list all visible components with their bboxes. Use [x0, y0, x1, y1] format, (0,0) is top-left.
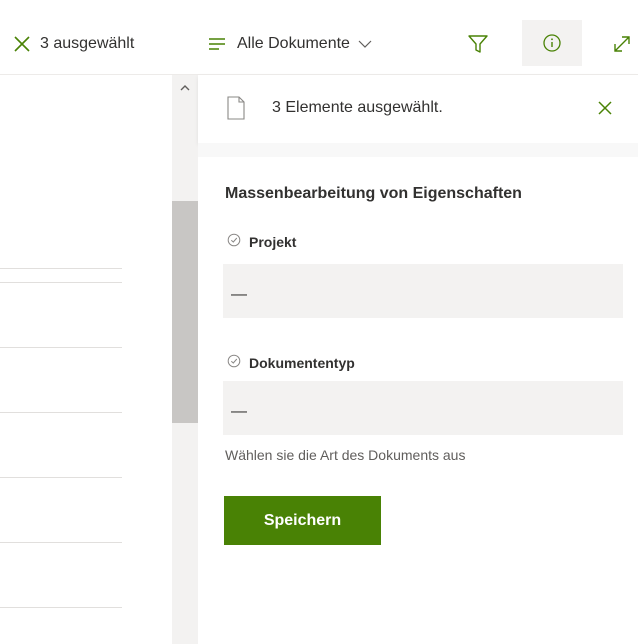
dokumententyp-field[interactable]: —	[223, 381, 623, 435]
checkmark-circle-icon	[227, 354, 241, 371]
field-label-projekt: Projekt	[227, 233, 296, 250]
panel-header: 3 Elemente ausgewählt.	[198, 75, 638, 143]
details-panel: 3 Elemente ausgewählt. Massenbearbeitung…	[198, 75, 638, 644]
save-button[interactable]: Speichern	[224, 496, 381, 545]
view-selector-label: Alle Dokumente	[237, 35, 350, 52]
chevron-up-icon	[180, 79, 190, 97]
checkmark-circle-icon	[227, 233, 241, 250]
document-icon	[226, 96, 246, 125]
scroll-up-button[interactable]	[172, 79, 198, 97]
dokumententyp-help-text: Wählen sie die Art des Dokuments aus	[225, 447, 466, 463]
dokumententyp-field-value: —	[231, 403, 247, 420]
list-row-divider	[0, 412, 122, 413]
document-list	[0, 75, 172, 644]
expand-icon	[611, 33, 633, 55]
list-row-divider	[0, 607, 122, 608]
chevron-down-icon	[358, 37, 372, 51]
filter-button[interactable]	[462, 28, 494, 60]
projekt-field-value: —	[231, 286, 247, 303]
info-pane-button[interactable]	[522, 20, 582, 66]
scroll-thumb[interactable]	[172, 201, 198, 423]
panel-title: 3 Elemente ausgewählt.	[272, 99, 443, 116]
command-bar: 3 ausgewählt Alle Dokumente	[0, 0, 638, 74]
expand-button[interactable]	[606, 28, 638, 60]
list-row-divider	[0, 268, 122, 269]
filter-icon	[467, 33, 489, 55]
scrollbar[interactable]	[172, 75, 198, 644]
bulk-edit-heading: Massenbearbeitung von Eigenschaften	[225, 185, 522, 202]
list-row-divider	[0, 542, 122, 543]
selection-count-label: 3 ausgewählt	[40, 35, 135, 52]
list-view-icon	[207, 34, 227, 54]
close-panel-icon[interactable]	[596, 99, 614, 122]
list-row-divider	[0, 477, 122, 478]
close-icon	[12, 34, 32, 54]
list-row-divider	[0, 347, 122, 348]
panel-header-separator	[198, 143, 638, 157]
field-label-text: Dokumententyp	[249, 354, 355, 371]
field-label-text: Projekt	[249, 233, 297, 250]
field-label-dokumententyp: Dokumententyp	[227, 354, 355, 371]
view-selector[interactable]: Alle Dokumente	[207, 30, 372, 58]
list-row-divider	[0, 282, 122, 283]
info-icon	[542, 33, 562, 53]
clear-selection-button[interactable]: 3 ausgewählt	[12, 30, 134, 58]
projekt-field[interactable]: —	[223, 264, 623, 318]
